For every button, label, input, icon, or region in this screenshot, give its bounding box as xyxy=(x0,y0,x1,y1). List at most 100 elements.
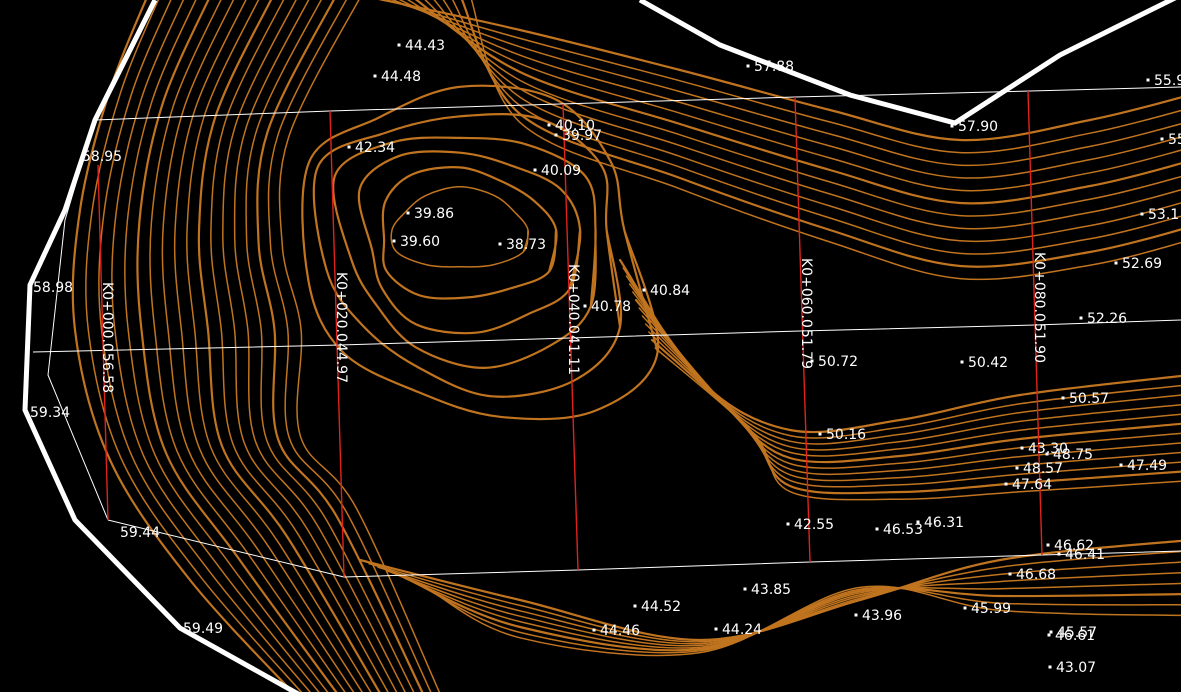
elevation-value: 39.60 xyxy=(400,234,440,250)
elevation-point: 48.57 xyxy=(1015,461,1063,477)
elevation-value: 53.1 xyxy=(1148,207,1179,223)
station-labels: K0+000.056.58 K0+020.044.97 K0+040.041.1… xyxy=(99,252,1047,393)
elevation-point: 39.60 xyxy=(392,234,440,250)
elevation-point-marker xyxy=(633,604,637,608)
elevation-point-marker xyxy=(406,211,410,215)
elevation-point-marker xyxy=(950,124,954,128)
elevation-point: 44.48 xyxy=(373,69,421,85)
elevation-point: 47.64 xyxy=(1004,477,1052,493)
elevation-value: 44.24 xyxy=(722,622,762,638)
elevation-point: 57.88 xyxy=(746,59,794,75)
elevation-point: 42.34 xyxy=(347,140,395,156)
elevation-value: 43.07 xyxy=(1056,660,1096,676)
elevation-point: 47.49 xyxy=(1119,458,1167,474)
elevation-value: 39.97 xyxy=(562,128,602,144)
elevation-value: 40.84 xyxy=(650,283,690,299)
elevation-point: 43.07 xyxy=(1048,660,1096,676)
elevation-point-marker xyxy=(397,43,401,47)
elevation-point-marker xyxy=(810,359,814,363)
elevation-value: 42.34 xyxy=(355,140,395,156)
elevation-value: 38.73 xyxy=(506,237,546,253)
elevation-point: 40.09 xyxy=(533,163,581,179)
elevation-point-marker xyxy=(1048,665,1052,669)
elevation-point-marker xyxy=(547,123,551,127)
elevation-point: 58.98 xyxy=(33,280,73,296)
elevation-point-marker xyxy=(916,520,920,524)
elevation-point: 42.55 xyxy=(786,517,834,533)
grid-line-middle xyxy=(32,319,1181,353)
elevation-point: 44.52 xyxy=(633,599,681,615)
contour-line xyxy=(301,84,660,421)
elevation-point-marker xyxy=(642,288,646,292)
elevation-point-marker xyxy=(533,168,537,172)
elevation-value: 59.49 xyxy=(183,621,223,637)
elevation-value: 59.44 xyxy=(120,525,160,541)
elevation-point-marker xyxy=(1049,630,1053,634)
elevation-point-marker xyxy=(743,587,747,591)
elevation-point: 40.84 xyxy=(642,283,690,299)
elevation-point-marker xyxy=(392,239,396,243)
elevation-point-marker xyxy=(854,613,858,617)
elevation-value: 40.78 xyxy=(591,299,631,315)
elevation-value: 57.90 xyxy=(958,119,998,135)
contour-line xyxy=(442,0,1181,243)
elevation-point-marker xyxy=(1057,552,1061,556)
elevation-point: 53.1 xyxy=(1140,207,1179,223)
elevation-point: 46.31 xyxy=(916,515,964,531)
elevation-value: 39.86 xyxy=(414,206,454,222)
elevation-value: 40.09 xyxy=(541,163,581,179)
elevation-point: 59.34 xyxy=(30,405,70,421)
elevation-point: 43.85 xyxy=(743,582,791,598)
elevation-value: 46.31 xyxy=(924,515,964,531)
elevation-point-marker xyxy=(592,628,596,632)
elevation-value: 58.98 xyxy=(33,280,73,296)
elevation-value: 43.96 xyxy=(862,608,902,624)
elevation-point-marker xyxy=(583,304,587,308)
topographic-map-canvas: K0+000.056.58 K0+020.044.97 K0+040.041.1… xyxy=(22,0,1181,692)
elevation-value: 58.95 xyxy=(82,149,122,165)
elevation-point: 58.95 xyxy=(82,149,122,165)
elevation-value: 46.68 xyxy=(1016,567,1056,583)
elevation-point: 52.26 xyxy=(1079,311,1127,327)
elevation-value: 44.48 xyxy=(381,69,421,85)
elevation-value: 50.72 xyxy=(818,354,858,370)
elevation-point-marker xyxy=(1008,572,1012,576)
elevation-value: 55.9 xyxy=(1154,73,1181,89)
elevation-point-marker xyxy=(1047,633,1051,637)
elevation-value: 44.46 xyxy=(600,623,640,639)
elevation-point-marker xyxy=(1020,446,1024,450)
elevation-value: 46.61 xyxy=(1055,628,1095,644)
elevation-point: 46.68 xyxy=(1008,567,1056,583)
elevation-point-marker xyxy=(373,74,377,78)
elevation-value: 55 xyxy=(1168,132,1181,148)
elevation-point-marker xyxy=(1119,463,1123,467)
elevation-point: 39.86 xyxy=(406,206,454,222)
elevation-value: 47.64 xyxy=(1012,477,1052,493)
elevation-point-marker xyxy=(554,133,558,137)
elevation-point: 46.41 xyxy=(1057,547,1105,563)
elevation-point: 55 xyxy=(1160,132,1181,148)
contour-line xyxy=(628,283,1181,451)
elevation-value: 59.34 xyxy=(30,405,70,421)
elevation-point-marker xyxy=(818,432,822,436)
elevation-value: 48.57 xyxy=(1023,461,1063,477)
elevation-value: 44.43 xyxy=(405,38,445,54)
elevation-point-marker xyxy=(1045,452,1049,456)
elevation-point: 50.42 xyxy=(960,355,1008,371)
elevation-point-marker xyxy=(1140,212,1144,216)
contour-line xyxy=(381,166,558,300)
elevation-value: 46.53 xyxy=(883,522,923,538)
elevation-point-marker xyxy=(1160,137,1164,141)
elevation-value: 52.26 xyxy=(1087,311,1127,327)
elevation-point-marker xyxy=(347,145,351,149)
elevation-point: 45.99 xyxy=(963,601,1011,617)
elevation-value: 50.16 xyxy=(826,427,866,443)
elevation-point: 44.43 xyxy=(397,38,445,54)
elevation-value: 42.55 xyxy=(794,517,834,533)
contour-lines xyxy=(71,0,1181,692)
elevation-point: 59.44 xyxy=(120,525,160,541)
elevation-point-marker xyxy=(963,606,967,610)
station-label-3: K0+060.051.79 xyxy=(798,258,814,369)
station-label-1: K0+020.044.97 xyxy=(333,272,349,383)
elevation-point-marker xyxy=(1046,543,1050,547)
